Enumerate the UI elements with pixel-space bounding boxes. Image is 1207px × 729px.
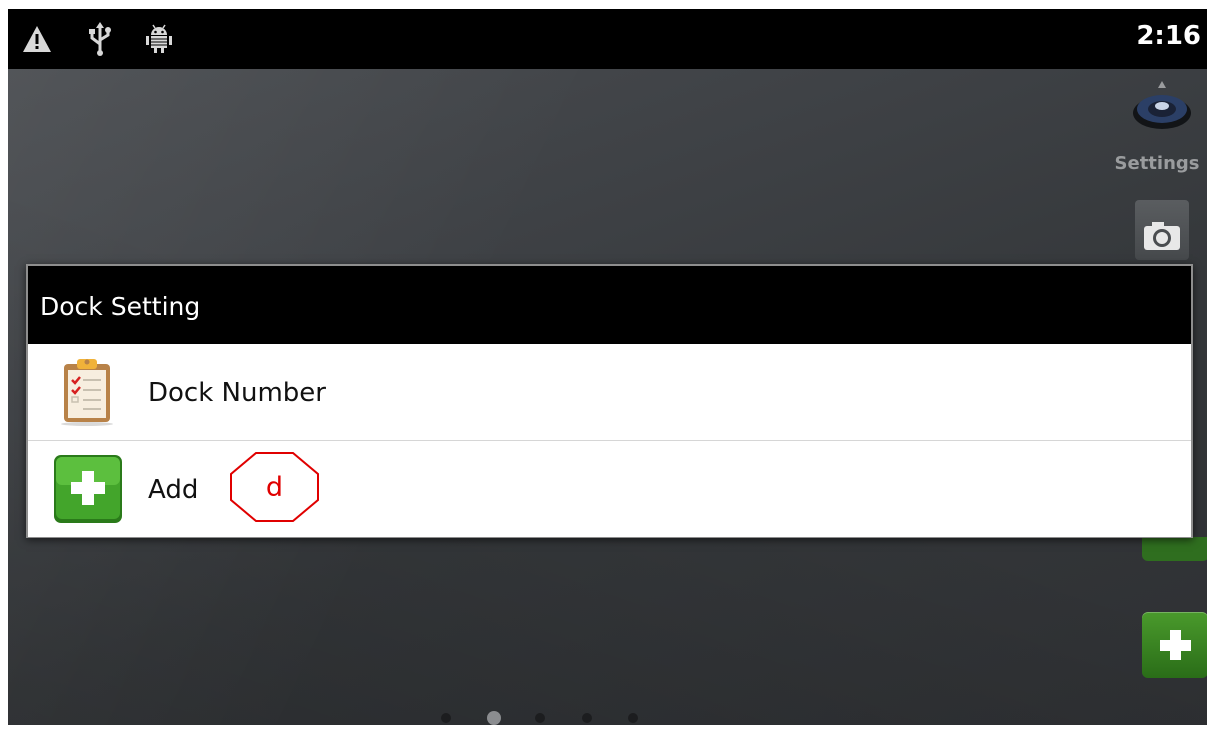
annotation-label: d xyxy=(265,471,284,503)
add-icon[interactable] xyxy=(1142,537,1207,561)
page-dot[interactable] xyxy=(535,713,545,723)
dock-setting-dialog: Dock Setting Dock Number Add xyxy=(26,264,1193,538)
android-debug-icon xyxy=(145,23,173,57)
dialog-title: Dock Setting xyxy=(40,292,201,321)
status-clock: 2:16 xyxy=(1136,21,1201,51)
clipboard-checklist-icon xyxy=(52,356,124,428)
usb-icon xyxy=(88,22,112,60)
green-plus-icon xyxy=(52,453,124,525)
page-dot[interactable] xyxy=(441,713,451,723)
annotation-marker: d xyxy=(229,451,320,523)
add-icon[interactable] xyxy=(1142,612,1207,678)
page-dot-active[interactable] xyxy=(487,711,501,725)
settings-label[interactable]: Settings xyxy=(1107,153,1207,174)
dock-number-label: Dock Number xyxy=(148,378,326,408)
warning-icon xyxy=(22,25,52,57)
dialog-header: Dock Setting xyxy=(28,266,1191,344)
dock-number-item[interactable]: Dock Number xyxy=(28,344,1191,441)
add-item[interactable]: Add xyxy=(28,441,1191,537)
page-dot[interactable] xyxy=(582,713,592,723)
camera-icon[interactable] xyxy=(1135,200,1189,260)
page-dot[interactable] xyxy=(628,713,638,723)
settings-icon[interactable] xyxy=(1131,75,1193,129)
status-bar: 2:16 xyxy=(8,9,1207,69)
add-label: Add xyxy=(148,475,199,505)
